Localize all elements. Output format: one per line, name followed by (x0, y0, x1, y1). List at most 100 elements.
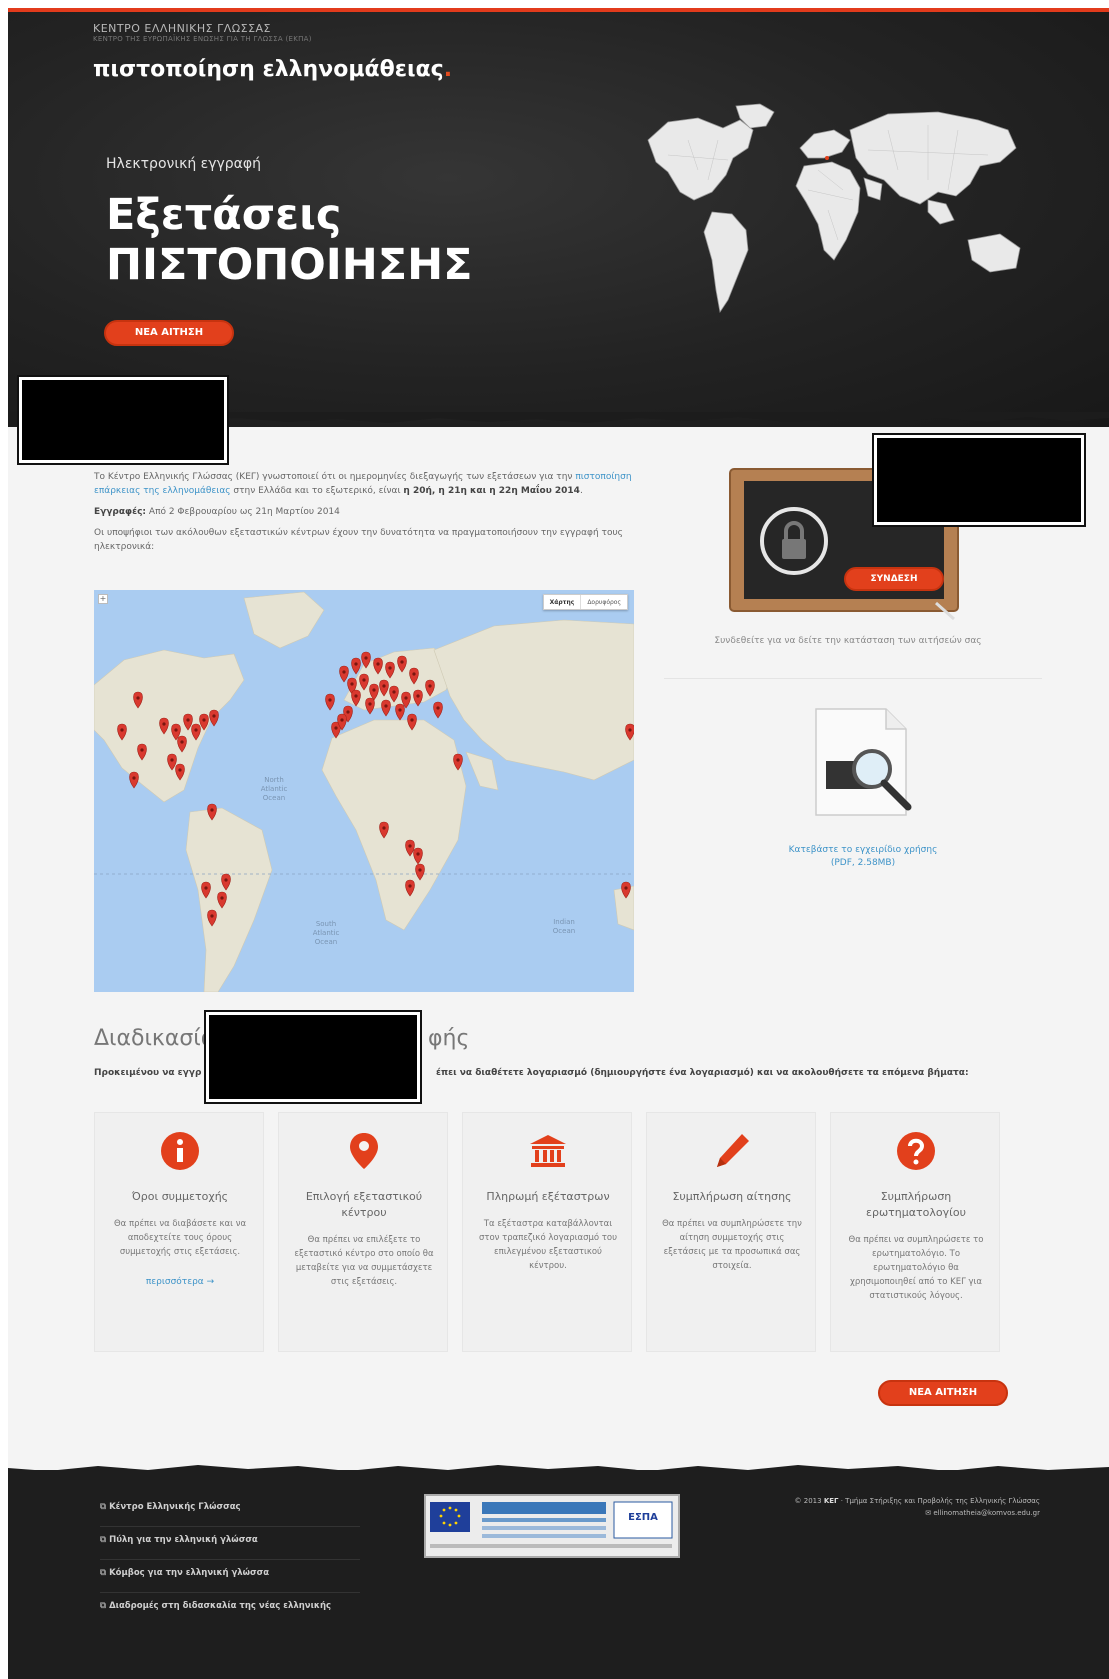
contact-email[interactable]: ✉ ellinomatheia@komvos.edu.gr (728, 1507, 1040, 1519)
exam-center-pin[interactable] (413, 689, 423, 707)
footer-link[interactable]: ⧉ Πύλη για την ελληνική γλώσσα (100, 1527, 360, 1560)
exam-center-pin[interactable] (433, 701, 443, 719)
step-more-link[interactable]: περισσότερα → (105, 1277, 255, 1287)
step-card: Πληρωμή εξέταστρων Τα εξέταστρα καταβάλλ… (462, 1112, 632, 1352)
step-card: Συμπλήρωση ερωτηματολογίου Θα πρέπει να … (830, 1112, 1000, 1352)
redaction-block (17, 375, 229, 465)
exam-center-pin-dot (340, 718, 344, 722)
info-icon (161, 1132, 199, 1170)
exam-center-pin-dot (204, 886, 208, 890)
page: ΚΕΝΤΡΟ ΕΛΛΗΝΙΚΗΣ ΓΛΩΣΣΑΣ ΚΕΝΤΡΟ ΤΗΣ ΕΥΡΩ… (8, 8, 1109, 1679)
brand-logo[interactable]: πιστοποίηση ελληνομάθειας. (93, 57, 452, 82)
hero-title: Εξετάσεις ΠΙΣΤΟΠΟΙΗΣΗΣ (106, 190, 473, 290)
footer-link-label: Πύλη για την ελληνική γλώσσα (109, 1535, 258, 1545)
external-link-icon: ⧉ (100, 1502, 107, 1512)
exam-center-pin-dot (224, 878, 228, 882)
map-type-toggle[interactable]: Χάρτης Δορυφόρος (542, 594, 628, 610)
right-column-divider (664, 678, 1042, 679)
exam-centers-map[interactable]: North Atlantic Ocean South Atlantic Ocean In… (94, 590, 634, 992)
footer-link-label: Διαδρομές στη διδασκαλία της νέας ελληνι… (109, 1601, 332, 1611)
process-steps: Όροι συμμετοχής Θα πρέπει να διαβάσετε κ… (94, 1112, 1016, 1352)
brand-text: πιστοποίηση ελληνομάθειας (93, 57, 444, 82)
exam-center-pin-dot (140, 748, 144, 752)
intro-text-start: Το Κέντρο Ελληνικής Γλώσσας (ΚΕΓ) γνωστο… (94, 472, 573, 482)
exam-center-pin[interactable] (209, 709, 219, 727)
exam-center-pin-dot (624, 886, 628, 890)
login-note: Συνδεθείτε για να δείτε την κατάσταση τω… (714, 636, 982, 646)
exam-center-pin-dot (210, 914, 214, 918)
exam-center-pin-dot (384, 704, 388, 708)
redaction-block (204, 1010, 422, 1104)
process-intro-mid: έπει να διαθέτετε λογαριασμό ( (436, 1068, 595, 1078)
exam-center-pin-dot (372, 688, 376, 692)
footer-link[interactable]: ⧉ Κέντρο Ελληνικής Γλώσσας (100, 1494, 360, 1527)
exam-center-pin-dot (174, 728, 178, 732)
map-type-map[interactable]: Χάρτης (544, 595, 582, 609)
exam-center-pin-dot (416, 694, 420, 698)
login-button[interactable]: ΣΥΝΔΕΣΗ (844, 567, 944, 591)
exam-center-pin-dot (456, 758, 460, 762)
exam-center-pin[interactable] (129, 771, 139, 789)
create-account-link[interactable]: δημιουργήστε ένα λογαριασμό (594, 1068, 749, 1078)
exam-center-pin-dot (328, 698, 332, 702)
step-description: Θα πρέπει να συμπληρώσετε την αίτηση συμ… (662, 1219, 802, 1271)
intro-paragraph-dates: Το Κέντρο Ελληνικής Γλώσσας (ΚΕΓ) γνωστο… (94, 470, 634, 498)
exam-center-pin-dot (178, 768, 182, 772)
exam-center-pin[interactable] (381, 699, 391, 717)
map-zoom-button[interactable]: + (98, 594, 108, 604)
new-application-button[interactable]: ΝΕΑ ΑΙΤΗΣΗ (104, 320, 234, 346)
espa-logo-text: ΕΣΠΑ (628, 1512, 658, 1523)
exam-center-pin-dot (364, 656, 368, 660)
svg-text:Atlantic: Atlantic (261, 785, 288, 793)
svg-text:Atlantic: Atlantic (313, 929, 340, 937)
exam-center-pin-dot (354, 694, 358, 698)
brand-dot: . (443, 57, 453, 82)
new-application-button-bottom[interactable]: ΝΕΑ ΑΙΤΗΣΗ (878, 1380, 1008, 1406)
hero-title-line1: Εξετάσεις (106, 190, 342, 240)
exam-center-pin-dot (388, 666, 392, 670)
step-description: Τα εξέταστρα καταβάλλονται στον τραπεζικ… (478, 1219, 618, 1271)
exam-center-pin-dot (210, 808, 214, 812)
copyright-year: © 2013 (794, 1497, 822, 1505)
exam-center-pin-dot (350, 682, 354, 686)
user-manual-icon[interactable] (798, 703, 928, 831)
exam-center-pin[interactable] (395, 703, 405, 721)
svg-text:Ocean: Ocean (315, 938, 337, 946)
process-intro-end: ) και να ακολουθήσετε τα επόμενα βήματα: (749, 1068, 969, 1078)
map-canvas[interactable]: NorthAtlanticOcean SouthAtlanticOcean In… (94, 590, 634, 992)
exam-center-pin-dot (170, 758, 174, 762)
exam-center-pin-dot (162, 722, 166, 726)
exam-center-pin-dot (180, 740, 184, 744)
footer-link[interactable]: ⧉ Διαδρομές στη διδασκαλία της νέας ελλην… (100, 1593, 360, 1626)
exam-center-pin-dot (392, 690, 396, 694)
exam-center-pin[interactable] (365, 697, 375, 715)
exam-center-pin[interactable] (325, 693, 335, 711)
exam-center-pin-dot (398, 708, 402, 712)
exam-center-pin-dot (416, 852, 420, 856)
exam-center-pin[interactable] (339, 665, 349, 683)
step-description: Θα πρέπει να συμπληρώσετε το ερωτηματολό… (848, 1235, 984, 1301)
svg-text:Indian: Indian (553, 918, 575, 926)
exam-center-pin-dot (418, 868, 422, 872)
step-title: Συμπλήρωση ερωτηματολογίου (866, 1190, 966, 1219)
map-type-satellite[interactable]: Δορυφόρος (581, 595, 627, 609)
footer-link[interactable]: ⧉ Κόμβος για την ελληνική γλώσσα (100, 1560, 360, 1593)
eu-funding-banner[interactable]: ΕΣΠΑ (424, 1494, 680, 1558)
map-marker-icon (350, 1133, 378, 1169)
exam-center-pin[interactable] (351, 657, 361, 675)
exam-center-pin-dot (136, 696, 140, 700)
exam-center-pin-dot (346, 710, 350, 714)
exam-center-pin-dot (334, 726, 338, 730)
world-map-illustration (647, 103, 1021, 314)
exam-center-pin-dot (376, 662, 380, 666)
pencil-icon (717, 1134, 749, 1167)
footer-links: ⧉ Κέντρο Ελληνικής Γλώσσας ⧉ Πύλη για την … (100, 1494, 360, 1626)
step-title: Όροι συμμετοχής (131, 1190, 229, 1203)
bank-icon (530, 1135, 566, 1167)
exam-center-pin-dot (412, 672, 416, 676)
exam-center-pin-dot (220, 896, 224, 900)
download-manual-link[interactable]: Κατεβάστε το εγχειρίδιο χρήσης (PDF, 2.5… (728, 844, 998, 870)
exam-dates: η 20ή, η 21η και η 22η Μαΐου 2014 (403, 486, 580, 496)
email-icon: ✉ (925, 1509, 932, 1517)
exam-center-pin-dot (194, 728, 198, 732)
